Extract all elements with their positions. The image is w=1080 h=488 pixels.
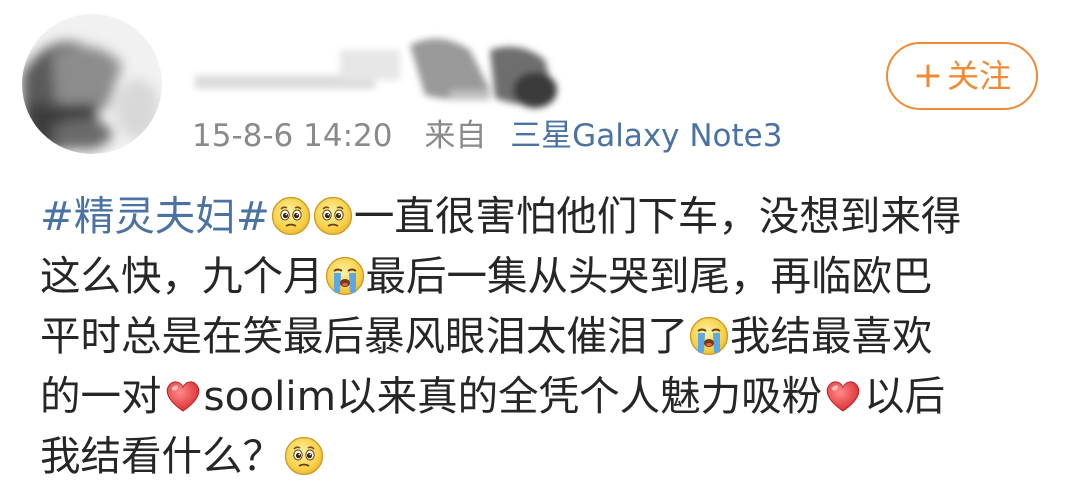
content-text: 我结最喜欢 xyxy=(730,312,933,360)
post-time: 15-8-6 14:20 xyxy=(192,118,393,154)
content-line: #精灵夫妇# 一直很害怕他们下车，没想到来得 xyxy=(40,186,1050,246)
source-device-link[interactable]: 三星Galaxy Note3 xyxy=(510,118,782,154)
follow-button[interactable]: + 关注 xyxy=(886,42,1038,110)
post-meta: 15-8-6 14:20 来自 三星Galaxy Note3 xyxy=(192,116,782,156)
red-heart-emoji xyxy=(823,376,863,416)
content-text: 一直很害怕他们下车，没想到来得 xyxy=(353,192,962,240)
pitiful-face-emoji xyxy=(313,196,353,236)
content-text: 最后一集从头哭到尾，再临欧巴 xyxy=(365,252,933,300)
post-content: #精灵夫妇# 一直很害怕他们下车，没想到来得 这么快，九个月 最后一集从头哭到尾，再… xyxy=(40,186,1050,486)
avatar-image xyxy=(22,14,162,154)
content-line: 我结看什么？ xyxy=(40,426,1050,486)
follow-label: 关注 xyxy=(947,57,1012,95)
hashtag-link[interactable]: #精灵夫妇# xyxy=(40,192,270,240)
avatar[interactable] xyxy=(22,14,162,154)
pitiful-face-emoji xyxy=(284,436,324,476)
author-name[interactable] xyxy=(190,20,610,120)
content-text: 的一对 xyxy=(40,372,162,420)
content-text: 我结看什么？ xyxy=(40,432,283,480)
crying-face-emoji xyxy=(325,256,365,296)
source-prefix: 来自 xyxy=(424,118,487,154)
author-name-blurred xyxy=(195,38,557,108)
weibo-post: 15-8-6 14:20 来自 三星Galaxy Note3 + 关注 #精灵夫妇… xyxy=(0,0,1080,488)
content-text: 这么快，九个月 xyxy=(40,252,324,300)
content-line: 的一对 soolim以来真的全凭个人魅力吸粉 以后 xyxy=(40,366,1050,426)
content-text: 以后 xyxy=(864,372,946,420)
content-text: soolim以来真的全凭个人魅力吸粉 xyxy=(203,372,823,420)
content-text: 平时总是在笑最后暴风眼泪太催泪了 xyxy=(40,312,688,360)
plus-icon: + xyxy=(912,55,944,96)
content-line: 平时总是在笑最后暴风眼泪太催泪了 我结最喜欢 xyxy=(40,306,1050,366)
pitiful-face-emoji xyxy=(271,196,311,236)
crying-face-emoji xyxy=(689,316,729,356)
red-heart-emoji xyxy=(163,376,203,416)
content-line: 这么快，九个月 最后一集从头哭到尾，再临欧巴 xyxy=(40,246,1050,306)
